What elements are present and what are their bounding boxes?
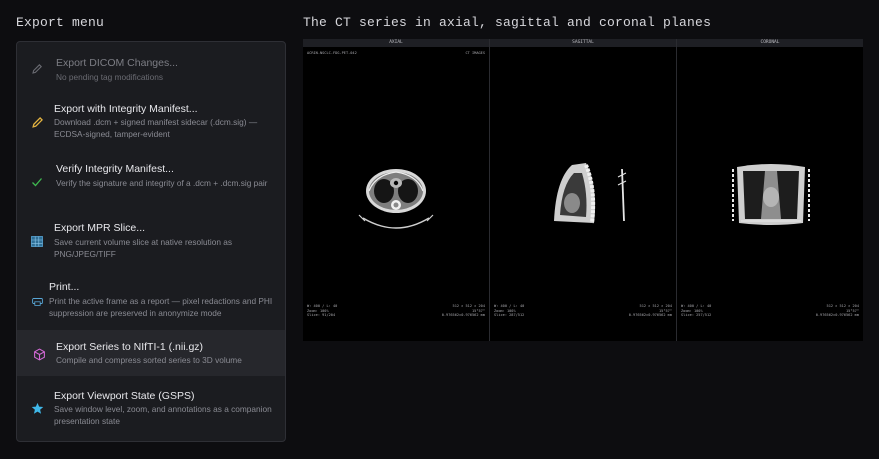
cube-icon — [31, 346, 47, 362]
menu-item-desc: Compile and compress sorted series to 3D… — [56, 355, 242, 365]
menu-item-title: Print... — [49, 281, 80, 293]
viewport-coronal[interactable]: CORONAL W: 400 / L: 40 Zoom: 100% Slice:… — [677, 39, 863, 341]
export-menu: Export DICOM Changes... No pending tag m… — [16, 41, 286, 442]
viewport-dimensions: 512 × 512 × 204 15°57° 0.976562×0.976562… — [815, 304, 859, 318]
menu-item-desc: Save window level, zoom, and annotations… — [54, 404, 272, 426]
menu-item-print[interactable]: Print... Print the active frame as a rep… — [17, 266, 285, 330]
printer-icon — [29, 293, 45, 309]
viewport-window-info: W: 400 / L: 40 Zoom: 100% Slice: 257/512 — [681, 304, 712, 318]
menu-item-desc: Verify the signature and integrity of a … — [56, 178, 268, 188]
menu-item-desc: Save current volume slice at native reso… — [54, 237, 233, 259]
menu-item-export-mpr-slice[interactable]: Export MPR Slice... Save current volume … — [17, 208, 285, 266]
menu-item-export-nifti[interactable]: Export Series to NIfTI-1 (.nii.gz) Compi… — [17, 330, 285, 376]
viewport-sagittal[interactable]: SAGITTAL W: 400 / L: 40 Zoom: 100% Slice… — [490, 39, 676, 341]
pencil-icon — [29, 114, 45, 130]
menu-item-title: Export Series to NIfTI-1 (.nii.gz) — [56, 341, 204, 353]
viewport-window-info: W: 400 / L: 40 Zoom: 100% Slice: 91/204 — [307, 304, 338, 318]
menu-item-title: Export DICOM Changes... — [56, 57, 178, 69]
menu-item-desc: Download .dcm + signed manifest sidecar … — [54, 117, 258, 139]
menu-item-desc: No pending tag modifications — [56, 72, 164, 82]
menu-item-export-viewport-state[interactable]: Export Viewport State (GSPS) Save window… — [17, 376, 285, 441]
viewport-label: SAGITTAL — [490, 39, 676, 47]
menu-item-title: Verify Integrity Manifest... — [56, 163, 174, 175]
viewport-dimensions: 512 × 512 × 204 15°57° 0.976562×0.976562… — [628, 304, 672, 318]
viewer-heading: The CT series in axial, sagittal and cor… — [303, 15, 712, 30]
coronal-ct-image — [732, 164, 810, 225]
grid-icon — [29, 233, 45, 249]
star-icon — [29, 400, 45, 416]
menu-item-export-dicom-changes[interactable]: Export DICOM Changes... No pending tag m… — [17, 42, 285, 92]
ct-viewer: AXIAL ACRIN-NSCLC-FDG-PET-042 CT IMAGES … — [303, 39, 863, 341]
viewport-series-desc: CT IMAGES — [465, 51, 485, 55]
export-menu-heading: Export menu — [16, 15, 105, 30]
viewport-window-info: W: 400 / L: 40 Zoom: 100% Slice: 287/512 — [494, 304, 525, 318]
sagittal-ct-image — [554, 163, 627, 224]
pencil-icon — [29, 61, 45, 77]
viewport-label: AXIAL — [303, 39, 489, 47]
viewport-dimensions: 512 × 512 × 204 15°57° 0.976562×0.976562… — [441, 304, 485, 318]
viewport-label: CORONAL — [677, 39, 863, 47]
viewport-patient-id: ACRIN-NSCLC-FDG-PET-042 — [307, 51, 357, 55]
menu-item-export-integrity-manifest[interactable]: Export with Integrity Manifest... Downlo… — [17, 92, 285, 150]
menu-item-title: Export with Integrity Manifest... — [54, 103, 198, 115]
axial-ct-image — [358, 169, 434, 229]
viewport-axial[interactable]: AXIAL ACRIN-NSCLC-FDG-PET-042 CT IMAGES … — [303, 39, 489, 341]
menu-item-title: Export MPR Slice... — [54, 222, 146, 234]
menu-item-desc: Print the active frame as a report — pix… — [49, 296, 273, 318]
check-icon — [29, 174, 45, 190]
menu-item-title: Export Viewport State (GSPS) — [54, 390, 195, 402]
menu-item-verify-integrity-manifest[interactable]: Verify Integrity Manifest... Verify the … — [17, 150, 285, 208]
